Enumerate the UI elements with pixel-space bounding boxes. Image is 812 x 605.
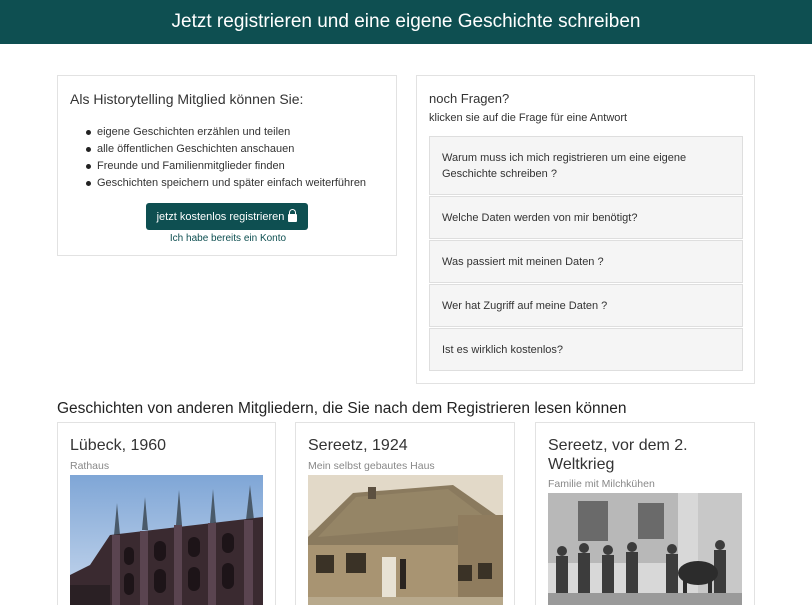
bullet-icon [86,130,91,135]
family-photo [548,493,742,605]
faq-item[interactable]: Welche Daten werden von mir benötigt? [429,196,743,239]
register-button[interactable]: jetzt kostenlos registrieren [146,203,308,230]
story-title: Sereetz, 1924 [308,437,408,454]
story-subtitle: Rathaus [70,460,110,472]
story-title: Sereetz, vor dem 2. Weltkrieg [548,437,688,473]
register-button-label: jetzt kostenlos registrieren [156,210,285,223]
faq-subtitle: klicken sie auf die Frage für eine Antwo… [429,112,628,124]
bullet-icon [86,147,91,152]
story-card[interactable]: Sereetz, 1924 Mein selbst gebautes Haus [295,422,515,605]
list-item: alle öffentlichen Geschichten anschauen [86,141,366,158]
faq-list: Warum muss ich mich registrieren um eine… [429,136,743,372]
page-header: Jetzt registrieren und eine eigene Gesch… [0,0,812,44]
faq-panel: noch Fragen? klicken sie auf die Frage f… [416,75,755,384]
story-card[interactable]: Lübeck, 1960 Rathaus [57,422,276,605]
story-subtitle: Mein selbst gebautes Haus [308,460,435,472]
bullet-icon [86,164,91,169]
login-link[interactable]: Ich habe bereits ein Konto [58,233,398,244]
story-subtitle: Familie mit Milchkühen [548,478,655,490]
house-photo [308,475,503,605]
list-item: Geschichten speichern und später einfach… [86,175,366,192]
benefits-list: eigene Geschichten erzählen und teilen a… [86,124,366,192]
page-title: Jetzt registrieren und eine eigene Gesch… [171,11,641,32]
bullet-icon [86,181,91,186]
faq-title: noch Fragen? [429,91,510,106]
story-title: Lübeck, 1960 [70,437,167,454]
faq-item[interactable]: Wer hat Zugriff auf meine Daten ? [429,284,743,327]
benefits-panel: Als Historytelling Mitglied können Sie: … [57,75,397,256]
stories-heading: Geschichten von anderen Mitgliedern, die… [57,400,627,417]
benefits-title: Als Historytelling Mitglied können Sie: [70,91,304,107]
story-image [308,475,503,605]
faq-item[interactable]: Ist es wirklich kostenlos? [429,328,743,371]
story-card[interactable]: Sereetz, vor dem 2. Weltkrieg Familie mi… [535,422,755,605]
lock-icon [288,209,298,222]
faq-item[interactable]: Was passiert mit meinen Daten ? [429,240,743,283]
story-image [548,493,742,605]
list-item: eigene Geschichten erzählen und teilen [86,124,366,141]
list-item: Freunde und Familienmitglieder finden [86,158,366,175]
story-image [70,475,263,605]
faq-item[interactable]: Warum muss ich mich registrieren um eine… [429,136,743,195]
townhall-photo [70,475,263,605]
